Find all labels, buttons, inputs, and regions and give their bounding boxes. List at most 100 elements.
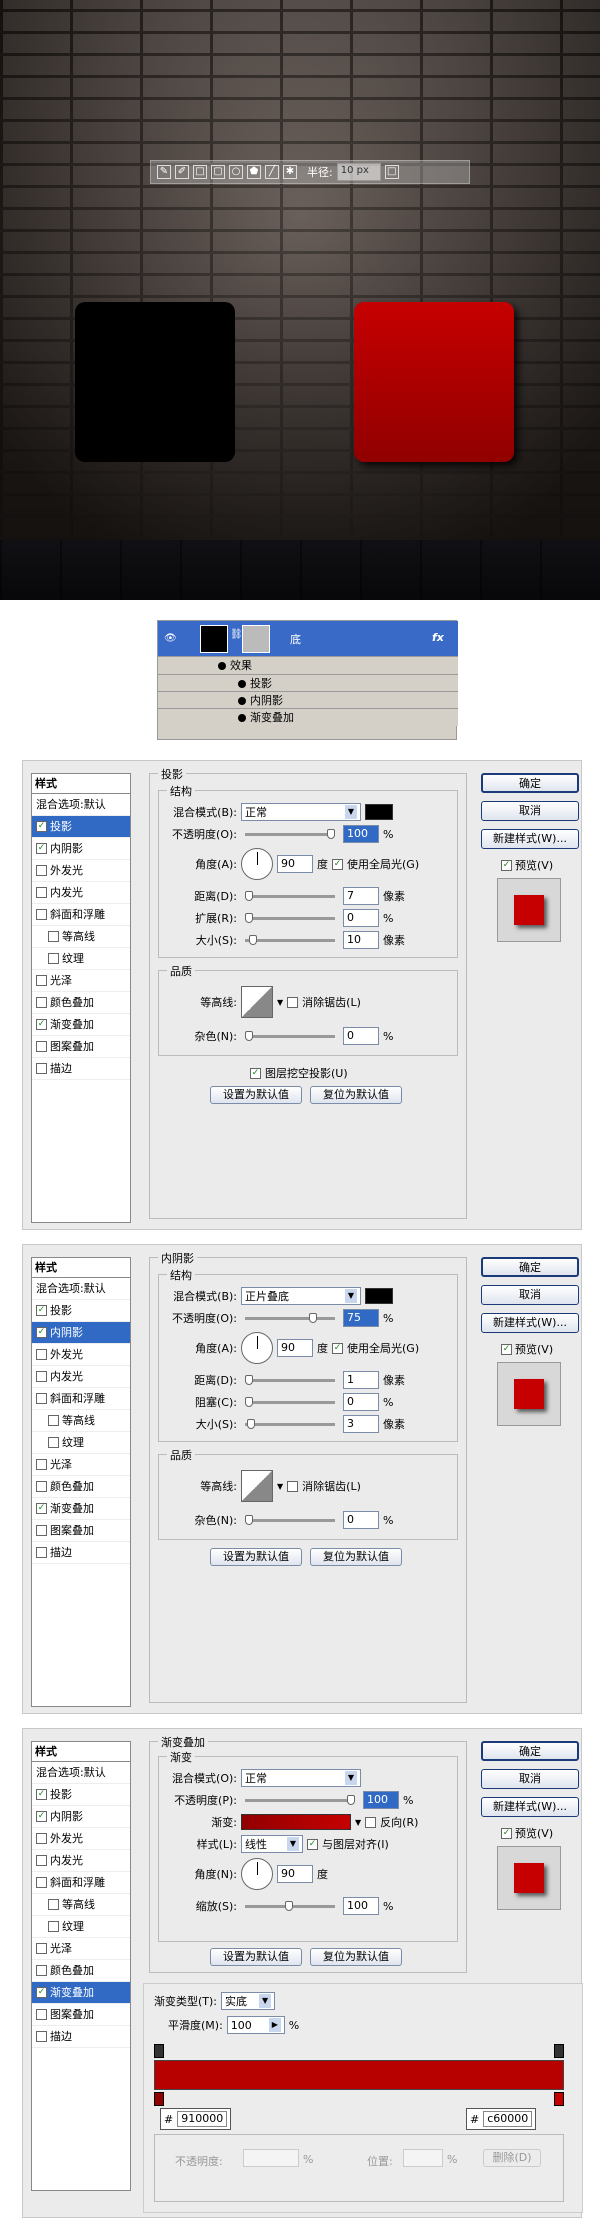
- spread-slider[interactable]: [245, 912, 335, 923]
- checkbox[interactable]: [36, 909, 47, 920]
- contour-picker[interactable]: [241, 1470, 273, 1502]
- checkbox[interactable]: [36, 997, 47, 1008]
- set-default-button[interactable]: 设置为默认值: [210, 1086, 302, 1104]
- opacity-input[interactable]: 100: [363, 1791, 399, 1809]
- effects-row[interactable]: 效果: [158, 657, 458, 675]
- style-list-header[interactable]: 样式: [32, 1742, 130, 1762]
- checkbox[interactable]: [36, 2009, 47, 2020]
- gradient-type-select[interactable]: 实底 ▼: [221, 1992, 276, 2010]
- angle-input[interactable]: 90: [277, 1339, 313, 1357]
- checkbox[interactable]: [36, 1547, 47, 1558]
- style-item-drop-shadow[interactable]: ✓ 投影: [32, 1300, 130, 1322]
- checkbox[interactable]: ✓: [36, 1503, 47, 1514]
- cancel-button[interactable]: 取消: [481, 1285, 579, 1305]
- checkbox[interactable]: [36, 1833, 47, 1844]
- style-item-pattern-overlay[interactable]: 图案叠加: [32, 2004, 130, 2026]
- style-item-inner-glow[interactable]: 内发光: [32, 1366, 130, 1388]
- checkbox[interactable]: [36, 1877, 47, 1888]
- contour-picker[interactable]: [241, 986, 273, 1018]
- style-item-bevel[interactable]: 斜面和浮雕: [32, 904, 130, 926]
- style-item-gradient-overlay[interactable]: ✓ 渐变叠加: [32, 1982, 130, 2004]
- distance-input[interactable]: 7: [343, 887, 379, 905]
- hex-input[interactable]: 910000: [177, 2111, 228, 2127]
- checkbox[interactable]: [36, 1063, 47, 1074]
- checkbox[interactable]: ✓: [36, 1019, 47, 1030]
- stop-position-input[interactable]: [403, 2149, 443, 2167]
- cancel-button[interactable]: 取消: [481, 801, 579, 821]
- gradient-bar[interactable]: [154, 2060, 564, 2090]
- chevron-down-icon[interactable]: ▼: [277, 1482, 283, 1491]
- effects-eye-icon[interactable]: [218, 662, 226, 670]
- reset-default-button[interactable]: 复位为默认值: [310, 1548, 402, 1566]
- noise-input[interactable]: 0: [343, 1027, 379, 1045]
- color-stop-left[interactable]: [154, 2092, 164, 2106]
- checkbox[interactable]: ✓: [36, 843, 47, 854]
- style-item-satin[interactable]: 光泽: [32, 1938, 130, 1960]
- preview-checkbox[interactable]: ✓: [501, 859, 512, 871]
- checkbox[interactable]: [48, 1921, 59, 1932]
- angle-dial[interactable]: [241, 1332, 273, 1364]
- new-style-button[interactable]: 新建样式(W)...: [481, 829, 579, 849]
- slider-knob[interactable]: [245, 912, 253, 923]
- slider-knob[interactable]: [247, 1418, 255, 1429]
- opacity-input[interactable]: 100: [343, 825, 379, 843]
- choke-input[interactable]: 0: [343, 1393, 379, 1411]
- checkbox[interactable]: [36, 1393, 47, 1404]
- style-item-outer-glow[interactable]: 外发光: [32, 1828, 130, 1850]
- checkbox[interactable]: [36, 2031, 47, 2042]
- line-tool-icon[interactable]: ╱: [265, 165, 279, 179]
- style-item-color-overlay[interactable]: 颜色叠加: [32, 1476, 130, 1498]
- opacity-slider[interactable]: [245, 1794, 355, 1805]
- slider-knob[interactable]: [245, 1030, 253, 1041]
- pen-tool-icon[interactable]: ✎: [157, 165, 171, 179]
- rounded-rectangle-tool-icon[interactable]: ▢: [211, 165, 225, 179]
- style-list-header[interactable]: 样式: [32, 774, 130, 794]
- checkbox[interactable]: [48, 1415, 59, 1426]
- blend-mode-select[interactable]: 正片叠底 ▼: [241, 1287, 361, 1305]
- checkbox[interactable]: ✓: [36, 1789, 47, 1800]
- style-item-inner-shadow[interactable]: ✓ 内阴影: [32, 1806, 130, 1828]
- style-item-inner-shadow[interactable]: ✓ 内阴影: [32, 1322, 130, 1344]
- checkbox[interactable]: [48, 1899, 59, 1910]
- global-light-checkbox[interactable]: ✓: [332, 1342, 343, 1354]
- style-item-bevel[interactable]: 斜面和浮雕: [32, 1872, 130, 1894]
- scale-input[interactable]: 100: [343, 1897, 379, 1915]
- slider-knob[interactable]: [327, 828, 335, 839]
- style-item-blend-options[interactable]: 混合选项:默认: [32, 1278, 130, 1300]
- shadow-color-swatch[interactable]: [365, 804, 393, 820]
- style-item-outer-glow[interactable]: 外发光: [32, 1344, 130, 1366]
- anti-alias-checkbox[interactable]: [287, 1480, 299, 1492]
- spread-input[interactable]: 0: [343, 909, 379, 927]
- checkbox[interactable]: [36, 1459, 47, 1470]
- preview-checkbox[interactable]: ✓: [501, 1343, 512, 1355]
- layer-fill-thumbnail[interactable]: [200, 625, 228, 653]
- custom-shape-tool-icon[interactable]: ✱: [283, 165, 297, 179]
- style-item-color-overlay[interactable]: 颜色叠加: [32, 1960, 130, 1982]
- ok-button[interactable]: 确定: [481, 773, 579, 793]
- style-item-texture[interactable]: 纹理: [32, 1916, 130, 1938]
- stop-opacity-input[interactable]: [243, 2149, 299, 2167]
- layer-row[interactable]: 👁 ⛓ 底 fx: [158, 621, 458, 657]
- checkbox[interactable]: ✓: [36, 1987, 47, 1998]
- opacity-slider[interactable]: [245, 1312, 335, 1323]
- angle-input[interactable]: 90: [277, 1865, 313, 1883]
- checkbox[interactable]: [48, 1437, 59, 1448]
- blend-mode-select[interactable]: 正常 ▼: [241, 803, 361, 821]
- checkbox[interactable]: [48, 953, 59, 964]
- checkbox[interactable]: [36, 1525, 47, 1536]
- style-item-contour[interactable]: 等高线: [32, 926, 130, 948]
- reset-default-button[interactable]: 复位为默认值: [310, 1948, 402, 1966]
- checkbox[interactable]: [36, 1965, 47, 1976]
- style-item-blend-options[interactable]: 混合选项:默认: [32, 1762, 130, 1784]
- chevron-down-icon[interactable]: ▼: [355, 1818, 361, 1827]
- vector-mask-thumbnail[interactable]: [242, 625, 270, 653]
- style-item-gradient-overlay[interactable]: ✓ 渐变叠加: [32, 1498, 130, 1520]
- distance-slider[interactable]: [245, 890, 335, 901]
- effect-row-inner-shadow[interactable]: 内阴影: [158, 692, 458, 709]
- preview-checkbox[interactable]: ✓: [501, 1827, 512, 1839]
- size-input[interactable]: 10: [343, 931, 379, 949]
- new-style-button[interactable]: 新建样式(W)...: [481, 1313, 579, 1333]
- shadow-color-swatch[interactable]: [365, 1288, 393, 1304]
- checkbox[interactable]: [36, 1481, 47, 1492]
- slider-knob[interactable]: [249, 934, 257, 945]
